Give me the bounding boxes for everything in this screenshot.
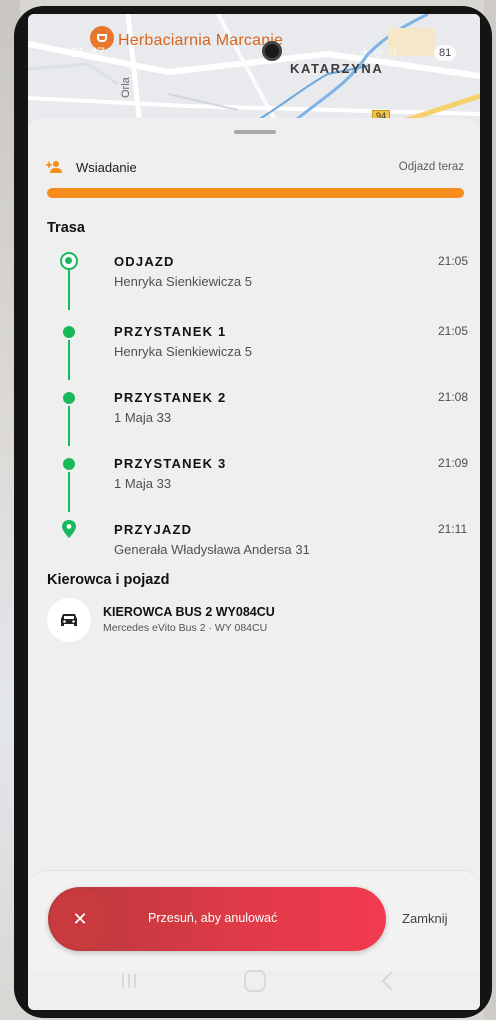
stop-name: PRZYJAZD [114,522,193,537]
route-section-title: Trasa [47,220,85,236]
swipe-label: Przesuń, aby anulować [148,911,278,925]
stop-name: PRZYSTANEK 2 [114,390,227,405]
stop-address: Henryka Sienkiewicza 5 [114,344,253,359]
stop-dot-icon [63,326,75,338]
ride-status-label: Wsiadanie [76,160,137,175]
stop-time: 21:08 [438,390,469,404]
stop-dot-icon [63,392,75,404]
sheet-drag-handle[interactable] [234,130,276,134]
map-street-label: Orla [120,77,132,98]
battery-indicator: 81 [434,45,457,61]
status-icons: ✈ ◎ ⁞⁞ [360,47,398,59]
home-icon[interactable] [244,970,266,992]
stop-address: 1 Maja 33 [114,410,172,425]
stop-name: PRZYSTANEK 1 [114,324,227,339]
stop-address: 1 Maja 33 [114,476,172,491]
stop-time: 21:05 [438,254,469,268]
route-line [68,406,70,446]
vehicle-description: Mercedes eVito Bus 2 · WY 084CU [103,622,268,634]
status-time: 21:47 [70,44,106,60]
stop-address: Henryka Sienkiewicza 5 [114,274,253,289]
stop-time: 21:09 [438,456,469,470]
close-icon: ✕ [72,908,88,929]
stop-dot-icon [63,458,75,470]
phone-frame: Herbaciarnia Marcanie KATARZYNA Orla 94 … [14,6,492,1018]
ride-status-row: Wsiadanie Odjazd teraz [46,158,464,178]
departure-eta: Odjazd teraz [398,161,464,173]
ride-progress-bar [47,188,464,198]
add-person-icon [46,161,62,173]
camera-cutout [262,41,282,61]
stop-time: 21:11 [438,522,468,536]
map-poi-label[interactable]: Herbaciarnia Marcanie [118,32,283,50]
screen: Herbaciarnia Marcanie KATARZYNA Orla 94 … [28,14,480,1010]
stop-name: ODJAZD [114,254,175,269]
stop-address: Generała Władysława Andersa 31 [114,542,310,557]
driver-name: KIEROWCA BUS 2 WY084CU [103,605,275,619]
map-view[interactable]: Herbaciarnia Marcanie KATARZYNA Orla 94 … [28,14,480,126]
route-line [68,472,70,512]
recent-apps-icon[interactable] [120,972,138,990]
stop-time: 21:05 [438,324,469,338]
vehicle-avatar [47,598,91,642]
stop-name: PRZYSTANEK 3 [114,456,227,471]
origin-marker-icon [60,252,78,270]
destination-pin-icon [62,520,76,538]
swipe-to-cancel-slider[interactable]: ✕ Przesuń, aby anulować [48,887,386,951]
route-line [68,270,70,310]
driver-section-title: Kierowca i pojazd [47,572,170,588]
close-button[interactable]: Zamknij [402,911,448,926]
car-icon [61,614,77,626]
back-icon[interactable] [378,970,398,992]
driver-vehicle-row[interactable]: KIEROWCA BUS 2 WY084CU Mercedes eVito Bu… [47,598,467,642]
swipe-knob[interactable]: ✕ [50,889,110,949]
system-navigation-bar [28,954,480,1010]
map-district-label: KATARZYNA [290,61,384,76]
route-line [68,340,70,380]
ride-details-sheet: Wsiadanie Odjazd teraz Trasa ODJAZD Henr… [28,118,480,1010]
